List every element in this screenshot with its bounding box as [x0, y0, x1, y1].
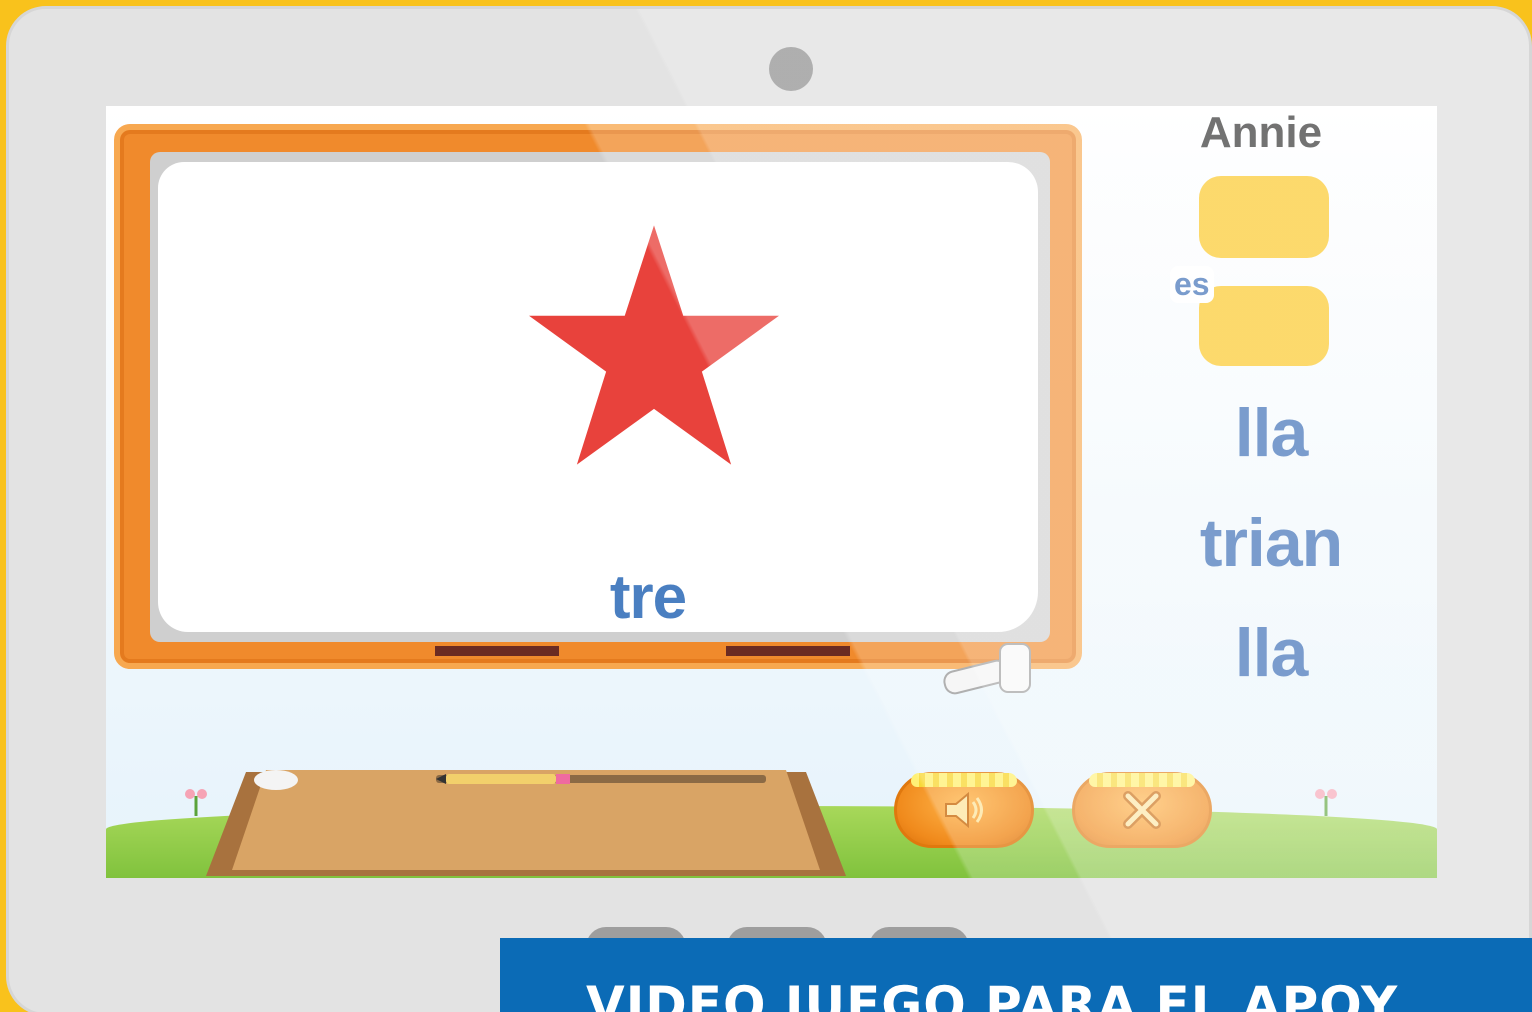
answer-prefix: es — [1170, 266, 1214, 303]
answer-blank-right[interactable] — [726, 646, 850, 656]
answer-slot-1[interactable] — [1199, 176, 1329, 258]
player-name: Annie — [1199, 108, 1323, 157]
flower-icon — [1315, 789, 1337, 816]
camera-icon — [769, 47, 813, 91]
close-button[interactable] — [1072, 772, 1212, 848]
answer-blank-left[interactable] — [435, 646, 559, 656]
banner-title: VIDEO JUEGO PARA EL APOY — [586, 976, 1399, 1012]
word-paper: tre — [158, 162, 1038, 695]
syllable-option-2[interactable]: trian — [1171, 504, 1371, 582]
close-icon — [1123, 791, 1161, 829]
syllable-option-3[interactable]: lla — [1171, 614, 1371, 692]
chalkboard: tre — [114, 124, 1082, 695]
speaker-icon — [945, 791, 983, 829]
chalk-icon — [943, 643, 1031, 695]
sound-button[interactable] — [894, 772, 1034, 848]
title-banner: VIDEO JUEGO PARA EL APOY — [500, 938, 1532, 1012]
tablet-device: tre Annie es lla trian lla — [6, 6, 1532, 1012]
answer-slot-2[interactable] — [1199, 286, 1329, 366]
game-screen: tre Annie es lla trian lla — [106, 106, 1437, 878]
pencil-icon — [436, 774, 766, 784]
star-icon — [529, 225, 779, 465]
word-fragment: tre — [609, 563, 687, 632]
syllable-option-1[interactable]: lla — [1171, 394, 1371, 472]
